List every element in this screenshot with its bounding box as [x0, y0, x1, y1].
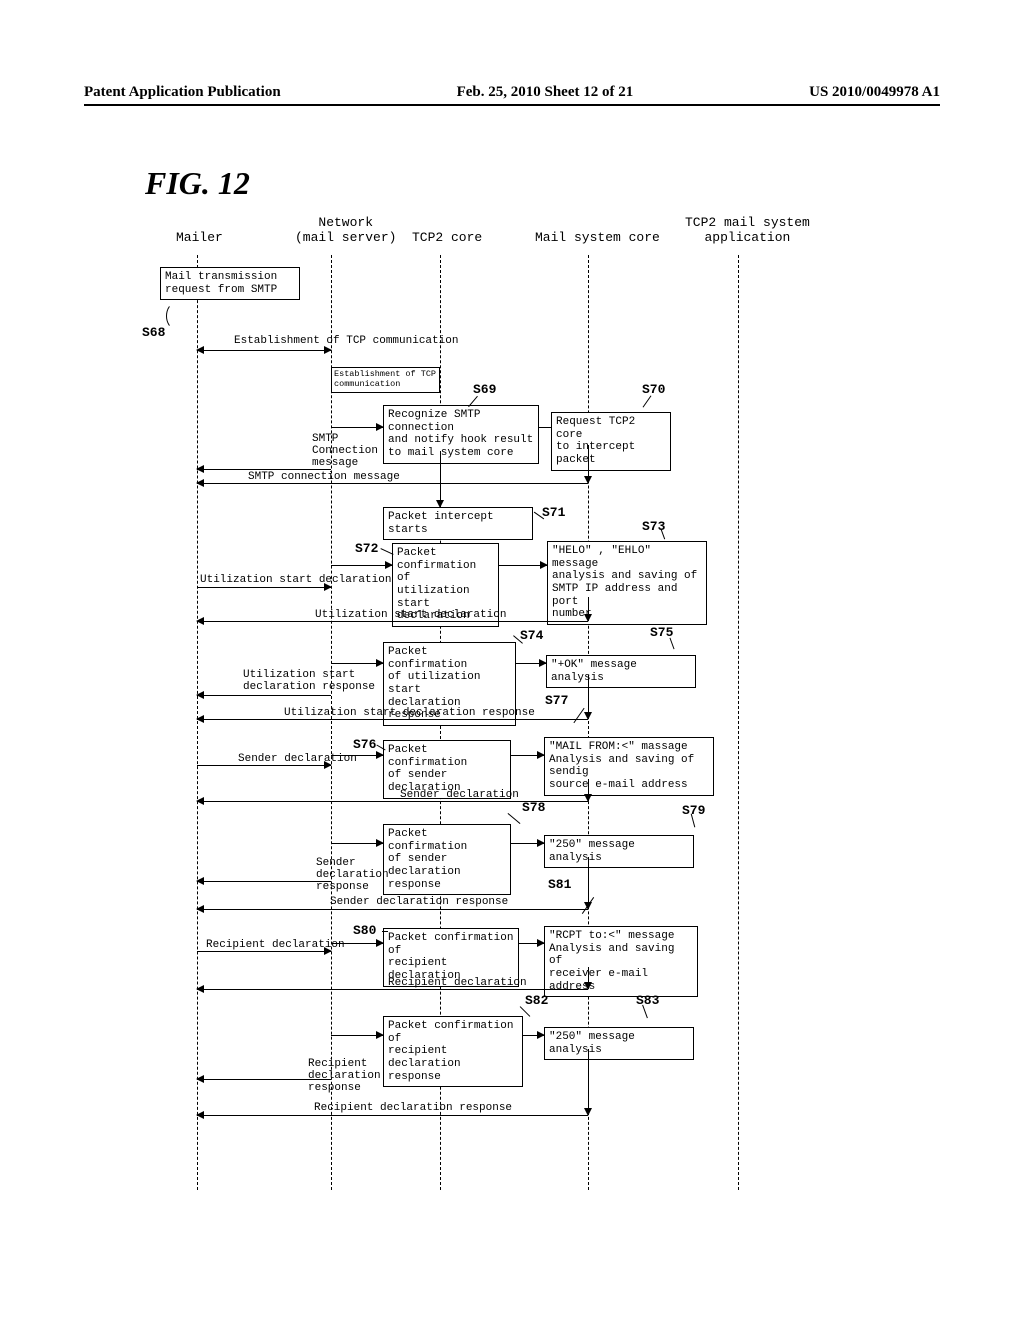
step-s83: S83 — [636, 993, 659, 1008]
box-s79: "250" message analysis — [544, 835, 694, 868]
box-s83: "250" message analysis — [544, 1027, 694, 1060]
box-s77: "MAIL FROM:<" massageAnalysis and saving… — [544, 737, 714, 796]
header-left: Patent Application Publication — [84, 84, 281, 101]
arrow-recip-decl2 — [197, 989, 588, 990]
varrow-to-s71 — [440, 451, 441, 507]
varrow-s83-down — [588, 1049, 589, 1115]
header-right: US 2010/0049978 A1 — [809, 84, 940, 101]
msg-smtp-conn: SMTPConnectionmessage — [312, 433, 378, 469]
arrow-tcp-establish — [197, 350, 331, 351]
arrow-sender-decl — [197, 765, 331, 766]
arrow-util-resp2 — [197, 719, 588, 720]
msg-smtp-conn2: SMTP connection message — [248, 471, 400, 483]
step-s78: S78 — [522, 800, 545, 815]
box-s69: Recognize SMTP connectionand notify hook… — [383, 405, 539, 464]
arrow-util-resp — [197, 695, 331, 696]
arrow-s82-s83 — [523, 1035, 544, 1036]
step-s68: S68 — [142, 325, 165, 340]
arrow-smtp-conn — [197, 469, 331, 470]
arrow-s80-s81 — [519, 943, 544, 944]
leader-s68 — [166, 303, 184, 329]
step-s74: S74 — [520, 628, 543, 643]
lane-mailsyscore: Mail system core — [535, 231, 660, 246]
step-s82: S82 — [525, 993, 548, 1008]
arrow-smtp-conn2 — [197, 483, 588, 484]
varrow-s77-down — [588, 779, 589, 801]
msg-sender-resp: Senderdeclarationresponse — [316, 857, 389, 893]
msg-util-resp: Utilization startdeclaration response — [243, 669, 375, 693]
arrow-util-start — [197, 587, 331, 588]
arrow-util-start2 — [197, 621, 588, 622]
varrow-s75-down — [588, 675, 589, 719]
page-header: Patent Application Publication Feb. 25, … — [84, 84, 940, 106]
step-s80: S80 — [353, 923, 376, 938]
box-s82: Packet confirmation ofrecipient declarat… — [383, 1016, 523, 1087]
step-s72: S72 — [355, 541, 378, 556]
varrow-s70-down — [588, 445, 589, 483]
msg-tcp-establish: Establishment of TCP communication — [234, 335, 458, 347]
step-s79: S79 — [682, 803, 705, 818]
msg-recip-decl: Recipient declaration — [206, 939, 345, 951]
msg-util-start: Utilization start declaration — [200, 574, 391, 586]
step-s81: S81 — [548, 877, 571, 892]
arrow-to-s76 — [331, 755, 383, 756]
arrow-s76-s77 — [511, 755, 544, 756]
arrow-to-s72 — [331, 565, 392, 566]
varrow-s73-down — [588, 597, 589, 621]
arrow-to-s82 — [331, 1035, 383, 1036]
lane-app: TCP2 mail systemapplication — [685, 216, 810, 246]
figure-label: FIG. 12 — [145, 165, 250, 202]
box-s75: "+OK" message analysis — [546, 655, 696, 688]
msg-recip-resp: Recipientdeclarationresponse — [308, 1058, 381, 1094]
lane-tcp2core: TCP2 core — [412, 231, 482, 246]
arrow-sender-resp2 — [197, 909, 588, 910]
arrow-recip-resp2 — [197, 1115, 588, 1116]
arrow-sender-resp — [197, 881, 331, 882]
lifeline-network — [331, 255, 332, 1190]
arrow-s72-s73 — [499, 565, 547, 566]
box-s71: Packet intercept starts — [383, 507, 533, 540]
step-s71: S71 — [542, 505, 565, 520]
msg-util-resp2: Utilization start declaration response — [284, 707, 535, 719]
msg-sender-decl2: Sender declaration — [400, 789, 519, 801]
varrow-s81-down — [588, 967, 589, 989]
msg-recip-resp2: Recipient declaration response — [314, 1102, 512, 1114]
box-s73: "HELO" , "EHLO" messageanalysis and savi… — [547, 541, 707, 625]
figure-12: FIG. 12 Mailer Network(mail server) TCP2… — [130, 165, 870, 1190]
box-s68: Mail transmissionrequest from SMTP — [160, 267, 300, 300]
lane-network: Network(mail server) — [295, 216, 396, 246]
lifeline-app — [738, 255, 739, 1190]
arrow-s74-s75 — [516, 663, 546, 664]
msg-util-start2: Utilization start declaration — [315, 609, 506, 621]
msg-sender-resp2: Sender declaration response — [330, 896, 508, 908]
box-s70: Request TCP2 coreto intercept packet — [551, 412, 671, 471]
header-center: Feb. 25, 2010 Sheet 12 of 21 — [457, 84, 634, 101]
box-s81: "RCPT to:<" messageAnalysis and saving o… — [544, 926, 698, 997]
box-s78: Packet confirmationof sender declaration… — [383, 824, 511, 895]
leader-s77 — [573, 708, 584, 723]
arrow-to-s78 — [331, 843, 383, 844]
arrow-to-s80 — [331, 943, 383, 944]
arrow-s78-s79 — [511, 843, 544, 844]
leader-s70 — [643, 395, 652, 407]
leader-s78 — [508, 813, 521, 824]
leader-s80 — [382, 931, 388, 932]
step-s77: S77 — [545, 693, 568, 708]
step-s76: S76 — [353, 737, 376, 752]
msg-recip-decl2: Recipient declaration — [388, 977, 527, 989]
arrow-recip-decl — [197, 951, 331, 952]
step-s70: S70 — [642, 382, 665, 397]
arrow-to-s69 — [331, 427, 383, 428]
box-establish-inner: Establishment of TCP communication — [331, 367, 440, 393]
arrow-to-s74 — [331, 663, 383, 664]
lane-mailer: Mailer — [176, 231, 223, 246]
